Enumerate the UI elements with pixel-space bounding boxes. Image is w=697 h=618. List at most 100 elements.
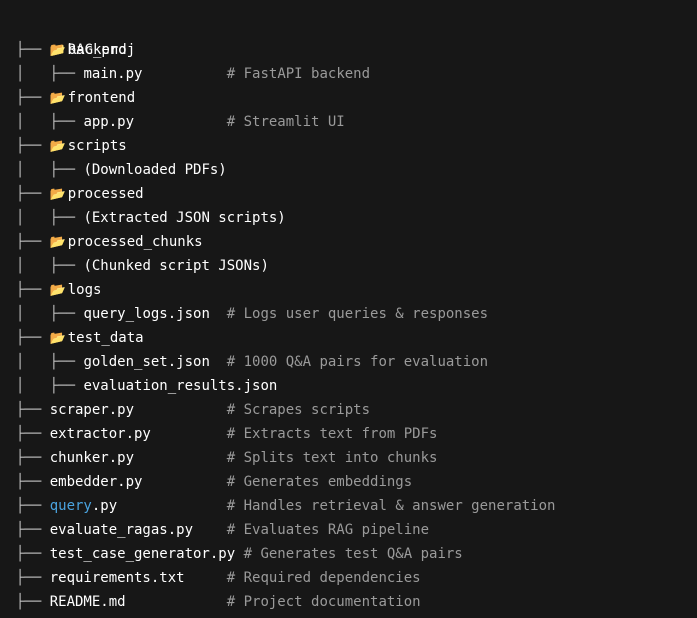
tree-branch: ├──: [16, 570, 50, 586]
tree-branch: ├──: [16, 186, 50, 202]
directory-tree: 📁 RAG_proj ├── 📂 backend │ ├── main.py # Fa…: [16, 14, 555, 614]
comment: # 1000 Q&A pairs for evaluation: [226, 354, 489, 370]
folder-open-icon: 📂: [49, 283, 66, 298]
file-row: ├── scraper.py # Scrapes scripts: [16, 398, 555, 422]
folder-name: backend: [67, 42, 127, 58]
tree-branch: ├──: [16, 42, 50, 58]
file-name: README.md: [49, 594, 126, 610]
folder-open-icon: 📂: [49, 91, 66, 106]
comment: # FastAPI backend: [226, 66, 371, 82]
file-name: .py: [91, 498, 118, 514]
file-name: (Chunked script JSONs): [83, 258, 269, 274]
highlighted-name: query: [49, 498, 92, 514]
folder-row: ├── 📂 logs: [16, 278, 555, 302]
tree-branch: ├──: [16, 330, 50, 346]
file-row: ├── chunker.py # Splits text into chunks: [16, 446, 555, 470]
file-name: evaluate_ragas.py: [49, 522, 194, 538]
comment: # Extracts text from PDFs: [226, 426, 438, 442]
file-row: ├── extractor.py # Extracts text from PD…: [16, 422, 555, 446]
tree-branch: │ ├──: [16, 162, 84, 178]
comment: # Handles retrieval & answer generation: [226, 498, 556, 514]
tree-lines: ├── 📂 backend │ ├── main.py # FastAPI back…: [16, 38, 555, 614]
file-name: (Extracted JSON scripts): [83, 210, 286, 226]
folder-row: ├── 📂 frontend: [16, 86, 555, 110]
folder-row: ├── 📂 scripts: [16, 134, 555, 158]
folder-open-icon: 📂: [49, 139, 66, 154]
file-name: test_case_generator.py: [49, 546, 236, 562]
tree-branch: │ ├──: [16, 114, 84, 130]
tree-branch: ├──: [16, 474, 50, 490]
tree-branch: ├──: [16, 450, 50, 466]
file-row: │ ├── query_logs.json # Logs user querie…: [16, 302, 555, 326]
file-row: │ ├── main.py # FastAPI backend: [16, 62, 555, 86]
folder-row: ├── 📂 processed: [16, 182, 555, 206]
file-name: embedder.py: [49, 474, 143, 490]
tree-branch: ├──: [16, 90, 50, 106]
tree-branch: ├──: [16, 282, 50, 298]
tree-branch: │ ├──: [16, 354, 84, 370]
file-name: chunker.py: [49, 450, 135, 466]
folder-row: ├── 📂 processed_chunks: [16, 230, 555, 254]
tree-branch: │ ├──: [16, 210, 84, 226]
comment: # Generates embeddings: [226, 474, 413, 490]
comment: # Streamlit UI: [226, 114, 345, 130]
file-row: │ ├── app.py # Streamlit UI: [16, 110, 555, 134]
file-row: ├── test_case_generator.py # Generates t…: [16, 542, 555, 566]
tree-branch: ├──: [16, 546, 50, 562]
file-row: ├── README.md # Project documentation: [16, 590, 555, 614]
folder-name: processed_chunks: [67, 234, 203, 250]
folder-open-icon: 📂: [49, 331, 66, 346]
file-row: │ ├── (Extracted JSON scripts): [16, 206, 555, 230]
folder-open-icon: 📂: [49, 43, 66, 58]
folder-name: logs: [67, 282, 102, 298]
tree-branch: │ ├──: [16, 258, 84, 274]
comment: # Required dependencies: [226, 570, 421, 586]
file-row: ├── requirements.txt # Required dependen…: [16, 566, 555, 590]
folder-row: ├── 📂 backend: [16, 38, 555, 62]
comment: # Evaluates RAG pipeline: [226, 522, 430, 538]
file-name: golden_set.json: [83, 354, 210, 370]
file-row: │ ├── evaluation_results.json: [16, 374, 555, 398]
tree-branch: │ ├──: [16, 306, 84, 322]
tree-branch: ├──: [16, 498, 50, 514]
file-name: scraper.py: [49, 402, 135, 418]
folder-name: test_data: [67, 330, 144, 346]
tree-root: 📁 RAG_proj: [16, 14, 555, 58]
folder-name: frontend: [67, 90, 136, 106]
file-name: extractor.py: [49, 426, 151, 442]
folder-name: scripts: [67, 138, 127, 154]
folder-open-icon: 📂: [49, 235, 66, 250]
file-name: (Downloaded PDFs): [83, 162, 227, 178]
folder-name: processed: [67, 186, 144, 202]
file-row: │ ├── golden_set.json # 1000 Q&A pairs f…: [16, 350, 555, 374]
file-name: evaluation_results.json: [83, 378, 278, 394]
file-name: main.py: [83, 66, 143, 82]
file-row: ├── query.py # Handles retrieval & answe…: [16, 494, 555, 518]
tree-branch: ├──: [16, 402, 50, 418]
file-row: │ ├── (Downloaded PDFs): [16, 158, 555, 182]
folder-row: ├── 📂 test_data: [16, 326, 555, 350]
tree-branch: ├──: [16, 594, 50, 610]
tree-branch: ├──: [16, 426, 50, 442]
comment: # Project documentation: [226, 594, 421, 610]
tree-branch: │ ├──: [16, 378, 84, 394]
tree-branch: ├──: [16, 522, 50, 538]
file-name: requirements.txt: [49, 570, 185, 586]
tree-branch: ├──: [16, 234, 50, 250]
comment: # Splits text into chunks: [226, 450, 438, 466]
comment: # Logs user queries & responses: [226, 306, 489, 322]
tree-branch: │ ├──: [16, 66, 84, 82]
